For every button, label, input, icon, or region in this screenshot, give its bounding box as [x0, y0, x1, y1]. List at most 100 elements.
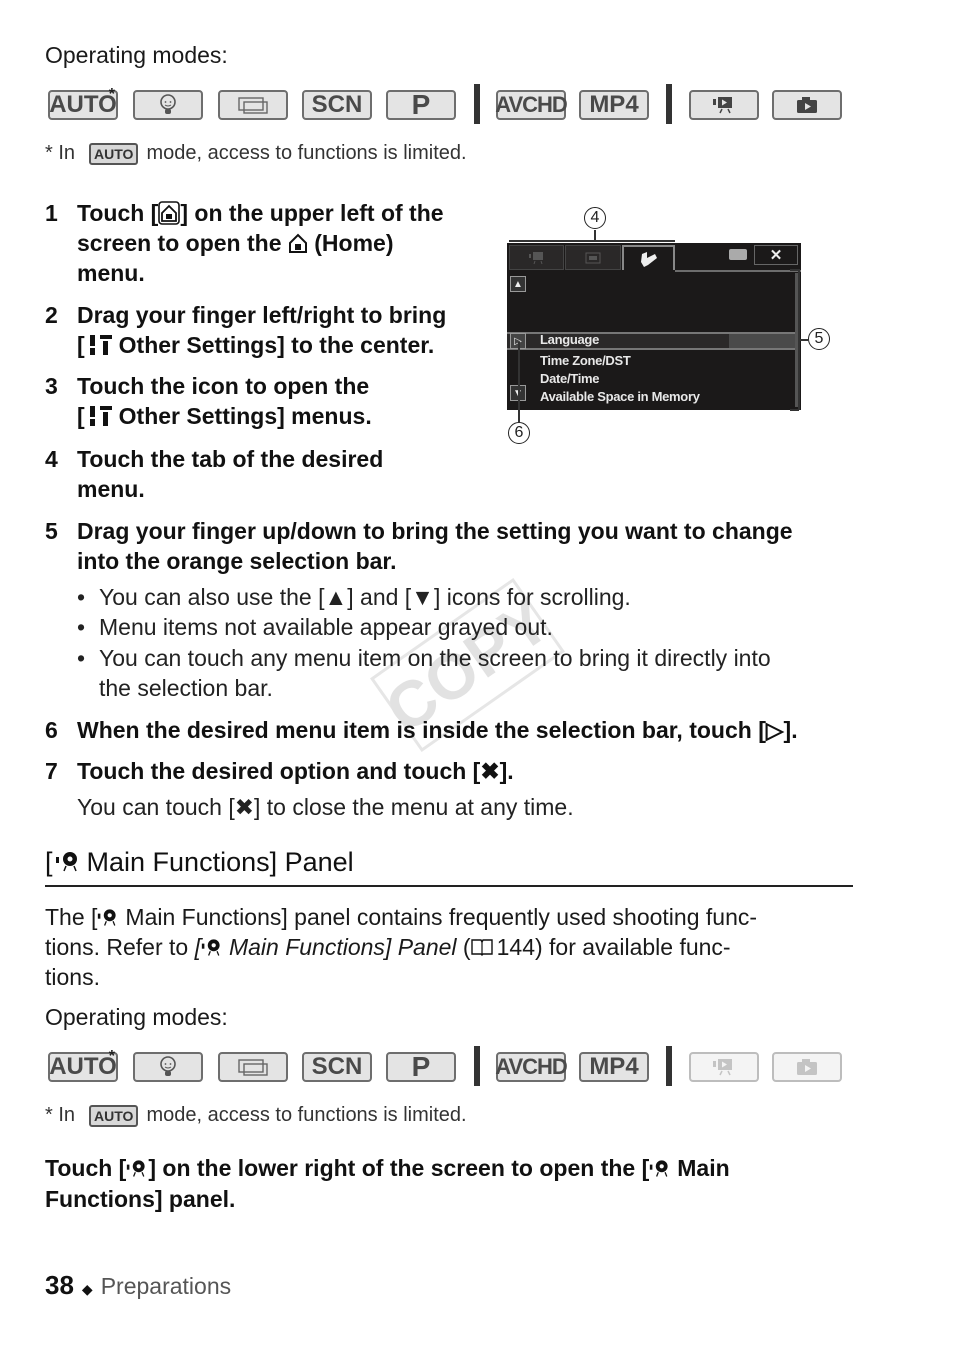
- bullet-text: You can touch any menu item on the scree…: [99, 645, 771, 671]
- main-functions-icon: [55, 851, 77, 872]
- bullet-text: the selection bar.: [99, 675, 273, 701]
- book-icon: [470, 939, 493, 956]
- step-5: 5 Drag your finger up/down to bring the …: [45, 516, 865, 578]
- separator: [474, 84, 480, 124]
- callout-bracket: [790, 269, 799, 271]
- bullet-text: Menu items not available appear grayed o…: [99, 614, 553, 640]
- home-icon: [158, 201, 181, 225]
- movie-camera-icon: [528, 251, 543, 264]
- playback-movie-icon: [713, 97, 732, 114]
- section-divider: [45, 885, 853, 887]
- diamond-separator: ◆: [81, 1281, 93, 1297]
- menu-item-time-zone: Time Zone/DST: [540, 353, 631, 368]
- menu-tabs: ✕: [507, 243, 801, 270]
- step-text: Other Settings] to the center.: [118, 332, 435, 358]
- step-text: screen to open the: [77, 230, 282, 256]
- footnote-top: * In AUTO mode, access to functions is l…: [45, 142, 467, 165]
- mode-scn: SCN: [302, 90, 372, 120]
- asterisk: *: [108, 86, 115, 103]
- step-7-note: You can touch [✖] to close the menu at a…: [77, 794, 574, 820]
- step-text: Other Settings] menus.: [118, 403, 372, 429]
- mode-playback-photo: [772, 90, 842, 120]
- main-functions-icon: [127, 1160, 145, 1177]
- step-number: 6: [45, 717, 58, 743]
- instruction-text: Functions] panel.: [45, 1186, 236, 1212]
- section-paragraph: The [Main Functions] panel contains freq…: [45, 902, 865, 992]
- step-text: Touch [: [77, 200, 159, 226]
- mode-auto: AUTO *: [48, 1048, 118, 1082]
- separator: [666, 1046, 672, 1086]
- section-title-text: Main Functions] Panel: [86, 847, 354, 877]
- footnote-prefix: * In: [45, 1104, 76, 1126]
- operating-modes-label: Operating modes:: [45, 42, 228, 68]
- menu-item-language: Language: [540, 332, 599, 347]
- callout-6: 6: [508, 422, 530, 444]
- cinema-icon: [238, 97, 268, 114]
- bracket: [: [45, 847, 53, 877]
- mode-cinema: [218, 90, 288, 120]
- step-text: Drag your finger left/right to bring: [77, 302, 447, 328]
- separator: [474, 1046, 480, 1086]
- step-number: 7: [45, 758, 58, 784]
- callout-bracket: [509, 240, 675, 242]
- step-text: [: [77, 403, 85, 429]
- section-heading: [ Main Functions] Panel: [45, 847, 354, 878]
- callout-5: 5: [808, 328, 830, 350]
- para-text: tions. Refer to: [45, 934, 195, 960]
- step-number: 2: [45, 302, 58, 328]
- step-text: [: [77, 332, 85, 358]
- chapter-name: Preparations: [100, 1273, 232, 1299]
- mode-avchd: AVCHD: [495, 1052, 568, 1082]
- bullet-dot: •: [77, 584, 86, 610]
- step-text: Touch the desired option and touch [✖].: [77, 758, 514, 784]
- callout-line: [518, 342, 520, 422]
- operating-modes-label: Operating modes:: [45, 1004, 228, 1030]
- mode-cinema: [218, 1052, 288, 1082]
- auto-chip: AUTO: [89, 142, 139, 165]
- baby-icon: [160, 94, 176, 114]
- page-number: 38: [45, 1270, 74, 1300]
- other-settings-icon: [89, 334, 112, 355]
- main-functions-icon: [650, 1160, 668, 1177]
- bullet-dot: •: [77, 645, 86, 671]
- step-number: 3: [45, 373, 58, 399]
- step-text: menu.: [77, 260, 145, 286]
- mode-baby: [133, 1052, 203, 1082]
- mode-baby: [133, 90, 203, 120]
- step-text: Drag your finger up/down to bring the se…: [77, 518, 793, 544]
- footnote-suffix: mode, access to functions is limited.: [146, 142, 467, 164]
- mode-row-bottom: AUTO * SCN P AVCHD MP4: [48, 1046, 848, 1086]
- selection-bar-value: [729, 334, 795, 348]
- para-text: tions.: [45, 964, 100, 990]
- home-icon: [288, 233, 307, 253]
- mode-auto: AUTO *: [48, 86, 118, 120]
- cinema-icon: [238, 1059, 268, 1076]
- footnote-prefix: * In: [45, 142, 76, 164]
- bullet-text: You can also use the [▲] and [▼] icons f…: [99, 584, 631, 610]
- mode-p: P: [386, 1051, 456, 1082]
- step-text: into the orange selection bar.: [77, 548, 397, 574]
- asterisk: *: [108, 1048, 115, 1065]
- para-text: (: [456, 934, 471, 960]
- step-1: 1 Touch [] on the upper left of the scre…: [45, 198, 485, 293]
- tab-underline: [675, 270, 801, 272]
- step-3: 3 Touch the icon to open the [Other Sett…: [45, 371, 485, 433]
- step-text: Touch the tab of the desired: [77, 446, 384, 472]
- mode-playback-photo: [772, 1052, 842, 1082]
- menu-item-date-time: Date/Time: [540, 371, 600, 386]
- tab-other-settings: [622, 245, 675, 270]
- bullet-item: • You can touch any menu item on the scr…: [77, 643, 857, 705]
- close-button: ✕: [754, 245, 798, 265]
- auto-chip: AUTO: [89, 1104, 139, 1127]
- mode-scn: SCN: [302, 1052, 372, 1082]
- callout-4: 4: [584, 207, 606, 229]
- mode-playback-movie: [689, 1052, 759, 1082]
- camera-menu-screen: ✕ ▲ ▷ Language Time Zone/DST Date/Time A…: [507, 243, 801, 410]
- step-number: 1: [45, 200, 58, 226]
- callout-line: [800, 339, 808, 341]
- reference-link: Main Functions] Panel: [228, 934, 457, 960]
- mode-auto-label: AUTO: [49, 91, 117, 118]
- step-text: menu.: [77, 476, 145, 502]
- final-instruction: Touch [] on the lower right of the scree…: [45, 1153, 865, 1215]
- playback-icon: [585, 252, 601, 263]
